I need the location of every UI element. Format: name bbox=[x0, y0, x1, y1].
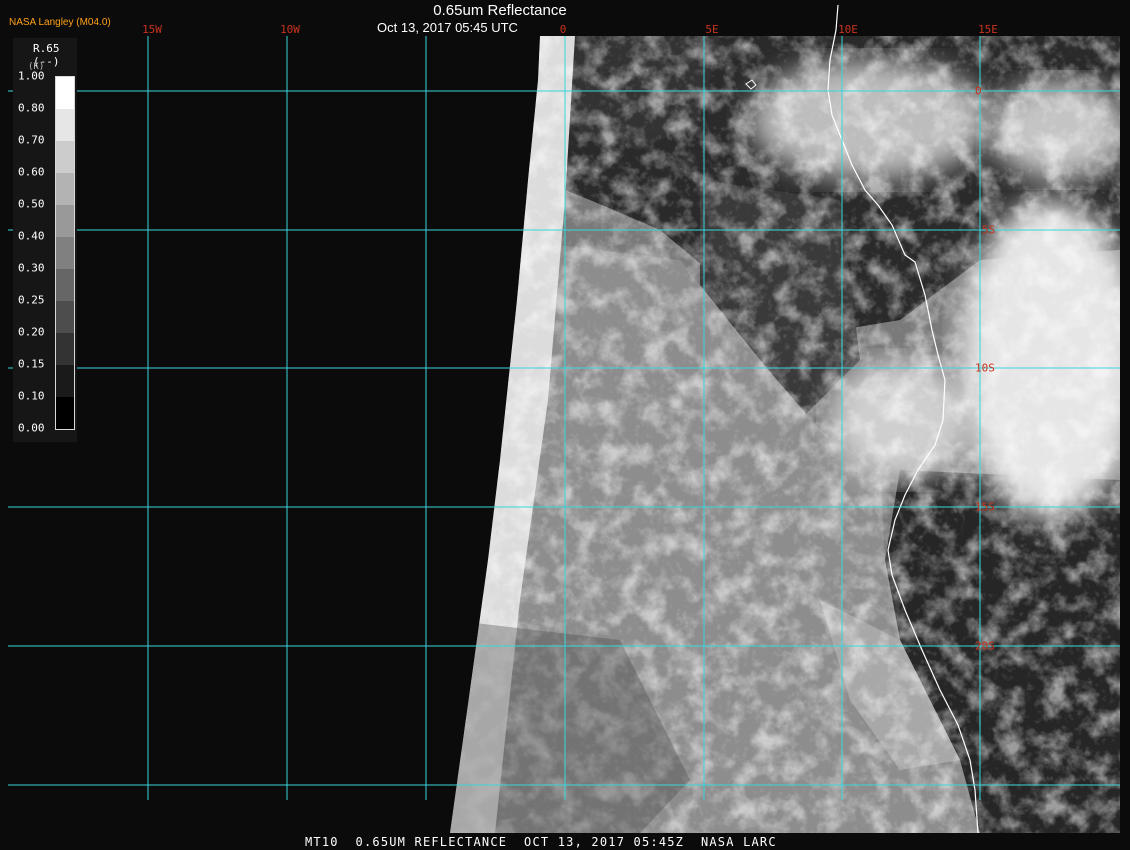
legend-color-step bbox=[56, 205, 74, 237]
lat-label-15s: 15S bbox=[975, 500, 995, 514]
lon-label-5e: 5E bbox=[705, 23, 719, 36]
legend-tick-label: 0.40 bbox=[18, 229, 45, 243]
legend-tick-label: 0.30 bbox=[18, 261, 45, 275]
legend-color-step bbox=[56, 237, 74, 269]
legend-tick-label: 0.80 bbox=[18, 101, 45, 115]
organization-label: NASA Langley (M04.0) bbox=[9, 17, 111, 28]
legend-color-step bbox=[56, 269, 74, 301]
image-datetime: Oct 13, 2017 05:45 UTC bbox=[377, 20, 518, 35]
legend-title: R.65 bbox=[33, 42, 60, 55]
legend-color-step bbox=[56, 173, 74, 205]
legend-color-step bbox=[56, 141, 74, 173]
legend-tick-label: 0.15 bbox=[18, 357, 45, 371]
footer-caption: MT10 0.65UM REFLECTANCE OCT 13, 2017 05:… bbox=[305, 835, 777, 849]
legend-color-step bbox=[56, 365, 74, 397]
legend-tick-label: 0.10 bbox=[18, 389, 45, 403]
lon-label-10e: 10E bbox=[838, 23, 858, 36]
lat-label-20s: 20S bbox=[975, 639, 995, 653]
satellite-map[interactable] bbox=[0, 0, 1130, 850]
image-title: 0.65um Reflectance bbox=[433, 2, 567, 19]
legend-color-step bbox=[56, 397, 74, 429]
legend-tick-label: 0.20 bbox=[18, 325, 45, 339]
legend-tick-label: 0.70 bbox=[18, 133, 45, 147]
lon-label-0: 0 bbox=[559, 23, 567, 36]
reflectance-legend: R.65 (--) (K) 1.00 0.80 0.70 0.60 0.50 0.40 0.… bbox=[13, 38, 77, 442]
satellite-image bbox=[450, 36, 1120, 833]
legend-tick-label: 0.50 bbox=[18, 197, 45, 211]
legend-color-step bbox=[56, 333, 74, 365]
legend-color-step bbox=[56, 301, 74, 333]
legend-tick-label: 0.00 bbox=[18, 421, 45, 435]
lat-label-10s: 10S bbox=[975, 361, 995, 375]
legend-tick-label: 0.25 bbox=[18, 293, 45, 307]
legend-tick-label: 0.60 bbox=[18, 165, 45, 179]
lon-label-10w: 10W bbox=[280, 23, 300, 36]
legend-tick-label: 1.00 bbox=[18, 69, 45, 83]
legend-color-step bbox=[56, 109, 74, 141]
lat-label-5s: 5S bbox=[982, 223, 996, 237]
lat-label-0: 0 bbox=[975, 84, 982, 98]
lon-label-15w: 15W bbox=[142, 23, 162, 36]
legend-color-step bbox=[56, 77, 74, 109]
legend-color-bar bbox=[55, 76, 75, 430]
lon-label-15e: 15E bbox=[978, 23, 998, 36]
